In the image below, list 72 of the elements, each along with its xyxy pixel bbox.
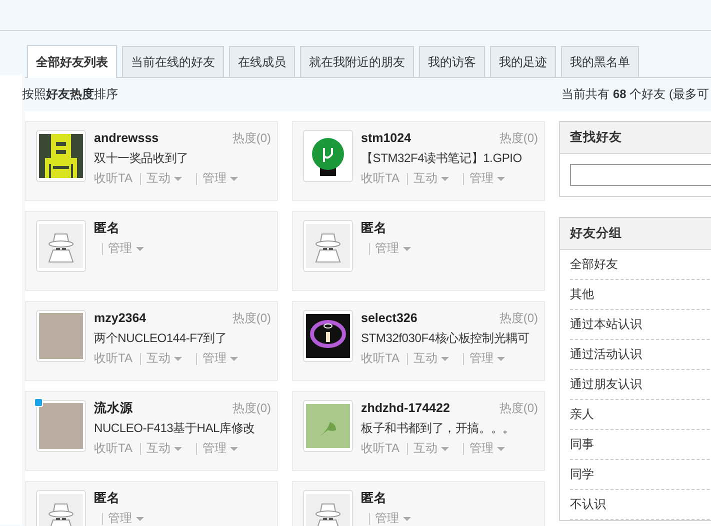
online-indicator [34, 398, 43, 407]
group-item[interactable]: 同事 [570, 430, 711, 460]
group-item[interactable]: 通过本站认识 [570, 310, 711, 340]
caret-icon [174, 356, 182, 360]
user-name-link[interactable]: 匿名 [361, 490, 387, 507]
status-text: 两个NUCLEO144-F7到了 [94, 330, 228, 347]
caret-icon [441, 356, 450, 360]
tab[interactable]: 在线成员 [229, 46, 295, 77]
group-item[interactable]: 通过活动认识 [570, 340, 711, 370]
user-name-link[interactable]: 匿名 [94, 220, 120, 237]
group-item[interactable]: 其他 [570, 280, 711, 310]
group-item[interactable]: 通过朋友认识 [570, 370, 711, 400]
tab[interactable]: 我的访客 [419, 46, 485, 77]
status-text: STM32f030F4核心板控制光耦可 [361, 330, 530, 347]
heat-label: 热度(0) [232, 400, 271, 417]
search-field[interactable] [570, 164, 711, 186]
user-name-link[interactable]: mzy2364 [94, 311, 146, 325]
status-text: 双十一奖品收到了 [94, 150, 190, 167]
caret-icon [230, 446, 238, 450]
caret-icon [174, 176, 182, 180]
tab[interactable]: 就在我附近的朋友 [300, 46, 414, 77]
status-text: 板子和书都到了，开搞。。。 [361, 420, 516, 437]
user-name-link[interactable]: andrewsss [94, 131, 159, 145]
pixel-art-icon [39, 133, 83, 179]
heat-label: 热度(0) [499, 400, 538, 417]
caret-icon [230, 176, 238, 180]
photo-placeholder [39, 313, 83, 359]
leaf-icon [306, 403, 350, 449]
heat-label: 热度(0) [499, 130, 538, 147]
avatar-frame[interactable] [303, 130, 353, 182]
user-name-link[interactable]: 匿名 [361, 220, 387, 237]
tab[interactable]: 我的黑名单 [561, 46, 639, 77]
heat-label: 热度(0) [232, 130, 271, 147]
tab[interactable]: 当前在线的好友 [122, 46, 224, 77]
caret-icon [497, 176, 506, 180]
heat-label: 热度(0) [232, 310, 271, 327]
user-name-link[interactable]: zhdzhd-174422 [361, 401, 450, 415]
friend-count-note: 当前共有 68 个好友 (最多可 [562, 86, 709, 103]
status-text: NUCLEO-F413基于HAL库修改 [94, 420, 256, 437]
status-text: 【STM32F4读书笔记】1.GPIO [361, 150, 523, 167]
panel-title: 好友分组 [560, 218, 711, 250]
caret-icon [441, 176, 450, 180]
caret-icon [441, 446, 450, 450]
tab[interactable]: 全部好友列表 [27, 45, 117, 78]
group-item[interactable]: 全部好友 [570, 250, 711, 280]
tab[interactable]: 我的足迹 [490, 46, 556, 77]
caret-icon [403, 516, 411, 520]
group-item[interactable]: 不认识 [570, 490, 711, 520]
caret-icon [230, 356, 238, 360]
avatar-frame[interactable] [36, 130, 86, 182]
user-name-link[interactable]: select326 [361, 311, 418, 325]
group-item[interactable]: 亲人 [570, 400, 711, 430]
heat-label: 热度(0) [499, 310, 538, 327]
caret-icon [174, 446, 182, 450]
caret-icon [497, 356, 506, 360]
group-item[interactable]: 同学 [570, 460, 711, 490]
caret-icon [136, 246, 144, 250]
sort-note: 按照好友热度排序 [22, 86, 118, 103]
panel-title: 查找好友 [560, 122, 711, 154]
caret-icon [403, 246, 411, 250]
user-name-link[interactable]: 流水源 [94, 400, 133, 417]
caret-icon [497, 446, 506, 450]
caret-icon [136, 516, 144, 520]
user-name-link[interactable]: stm1024 [361, 131, 412, 145]
glowing-ring-icon [306, 313, 350, 359]
anonymous-user-icon [39, 493, 83, 526]
anonymous-user-icon [306, 493, 350, 526]
user-name-link[interactable]: 匿名 [94, 490, 120, 507]
anonymous-user-icon [39, 223, 83, 269]
avatar-frame[interactable] [303, 310, 353, 362]
anonymous-user-icon [306, 223, 350, 269]
photo-placeholder [39, 403, 83, 449]
